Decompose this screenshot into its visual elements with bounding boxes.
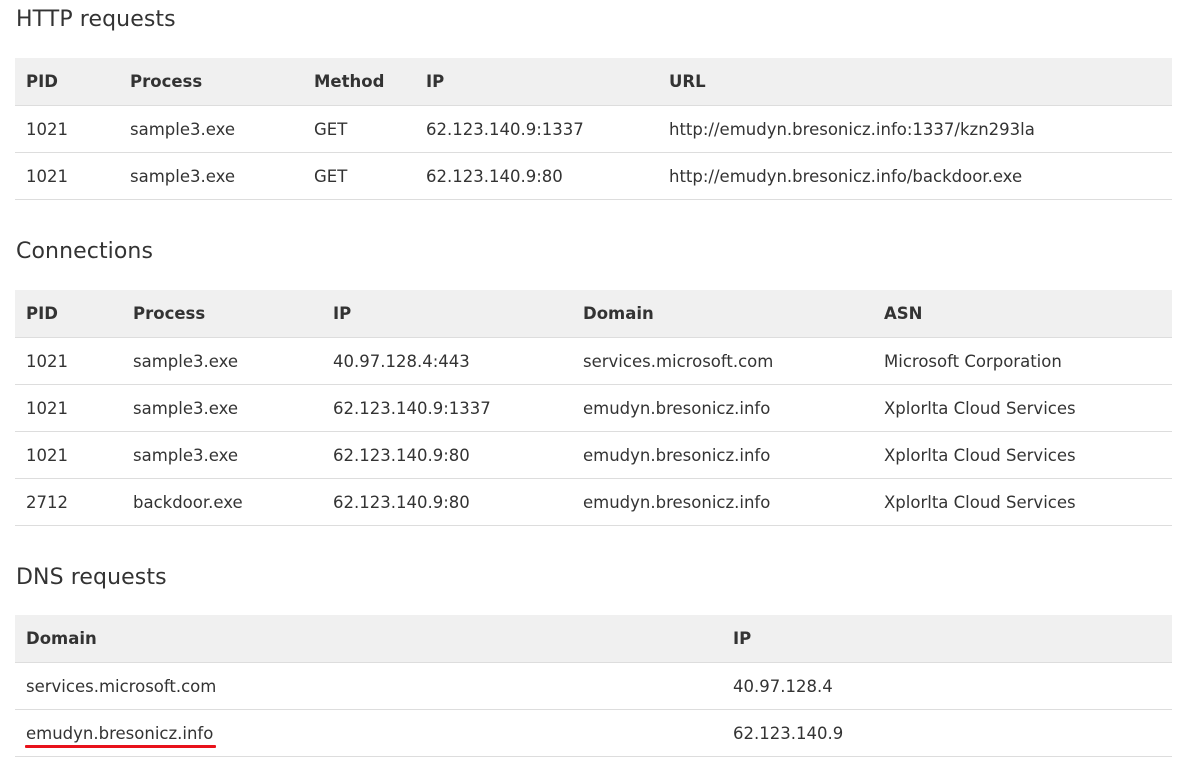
cell-asn: Microsoft Corporation [873, 337, 1172, 385]
red-underline-annotation [25, 744, 217, 748]
cell-process: backdoor.exe [122, 478, 322, 526]
column-header-domain[interactable]: Domain [15, 615, 722, 663]
table-row: 2712 backdoor.exe 62.123.140.9:80 emudyn… [15, 478, 1172, 526]
cell-pid: 1021 [15, 384, 122, 432]
cell-method: GET [303, 105, 415, 153]
column-header-domain[interactable]: Domain [572, 290, 873, 338]
cell-process: sample3.exe [119, 105, 303, 153]
cell-asn: Xplorlta Cloud Services [873, 431, 1172, 479]
highlighted-domain-text: emudyn.bresonicz.info [26, 723, 214, 743]
column-header-method[interactable]: Method [303, 58, 415, 106]
cell-ip: 62.123.140.9:1337 [415, 105, 658, 153]
column-header-url[interactable]: URL [658, 58, 1172, 106]
connections-title: Connections [16, 239, 154, 264]
http-requests-table: PID Process Method IP URL 1021 sample3.e… [15, 58, 1172, 200]
cell-ip: 40.97.128.4:443 [322, 337, 572, 385]
cell-domain: emudyn.bresonicz.info [572, 384, 873, 432]
cell-ip: 62.123.140.9:80 [322, 478, 572, 526]
cell-domain: services.microsoft.com [15, 662, 722, 710]
cell-process: sample3.exe [119, 152, 303, 200]
cell-asn: Xplorlta Cloud Services [873, 478, 1172, 526]
cell-domain: services.microsoft.com [572, 337, 873, 385]
cell-ip: 62.123.140.9 [722, 709, 1172, 757]
cell-ip: 62.123.140.9:80 [415, 152, 658, 200]
cell-domain: emudyn.bresonicz.info [15, 709, 722, 757]
column-header-pid[interactable]: PID [15, 290, 122, 338]
cell-process: sample3.exe [122, 431, 322, 479]
column-header-process[interactable]: Process [122, 290, 322, 338]
dns-requests-table: Domain IP services.microsoft.com 40.97.1… [15, 615, 1172, 757]
cell-pid: 1021 [15, 337, 122, 385]
highlighted-domain: emudyn.bresonicz.info [25, 723, 217, 748]
column-header-ip[interactable]: IP [415, 58, 658, 106]
cell-process: sample3.exe [122, 337, 322, 385]
column-header-ip[interactable]: IP [322, 290, 572, 338]
cell-url: http://emudyn.bresonicz.info:1337/kzn293… [658, 105, 1172, 153]
table-row: services.microsoft.com 40.97.128.4 [15, 662, 1172, 710]
table-header-row: Domain IP [15, 615, 1172, 663]
table-row: 1021 sample3.exe 40.97.128.4:443 service… [15, 337, 1172, 385]
cell-pid: 2712 [15, 478, 122, 526]
cell-pid: 1021 [15, 152, 119, 200]
cell-asn: Xplorlta Cloud Services [873, 384, 1172, 432]
http-requests-title: HTTP requests [16, 7, 176, 32]
cell-domain: emudyn.bresonicz.info [572, 478, 873, 526]
cell-pid: 1021 [15, 105, 119, 153]
cell-pid: 1021 [15, 431, 122, 479]
table-row: 1021 sample3.exe 62.123.140.9:1337 emudy… [15, 384, 1172, 432]
cell-domain: emudyn.bresonicz.info [572, 431, 873, 479]
table-header-row: PID Process IP Domain ASN [15, 290, 1172, 338]
column-header-ip[interactable]: IP [722, 615, 1172, 663]
table-row: 1021 sample3.exe GET 62.123.140.9:1337 h… [15, 105, 1172, 153]
column-header-process[interactable]: Process [119, 58, 303, 106]
table-header-row: PID Process Method IP URL [15, 58, 1172, 106]
table-row: 1021 sample3.exe GET 62.123.140.9:80 htt… [15, 152, 1172, 200]
column-header-pid[interactable]: PID [15, 58, 119, 106]
cell-process: sample3.exe [122, 384, 322, 432]
cell-method: GET [303, 152, 415, 200]
cell-url: http://emudyn.bresonicz.info/backdoor.ex… [658, 152, 1172, 200]
dns-requests-title: DNS requests [16, 565, 167, 590]
cell-ip: 62.123.140.9:1337 [322, 384, 572, 432]
connections-table: PID Process IP Domain ASN 1021 sample3.e… [15, 290, 1172, 526]
table-row: 1021 sample3.exe 62.123.140.9:80 emudyn.… [15, 431, 1172, 479]
cell-ip: 62.123.140.9:80 [322, 431, 572, 479]
table-row: emudyn.bresonicz.info 62.123.140.9 [15, 709, 1172, 757]
column-header-asn[interactable]: ASN [873, 290, 1172, 338]
cell-ip: 40.97.128.4 [722, 662, 1172, 710]
